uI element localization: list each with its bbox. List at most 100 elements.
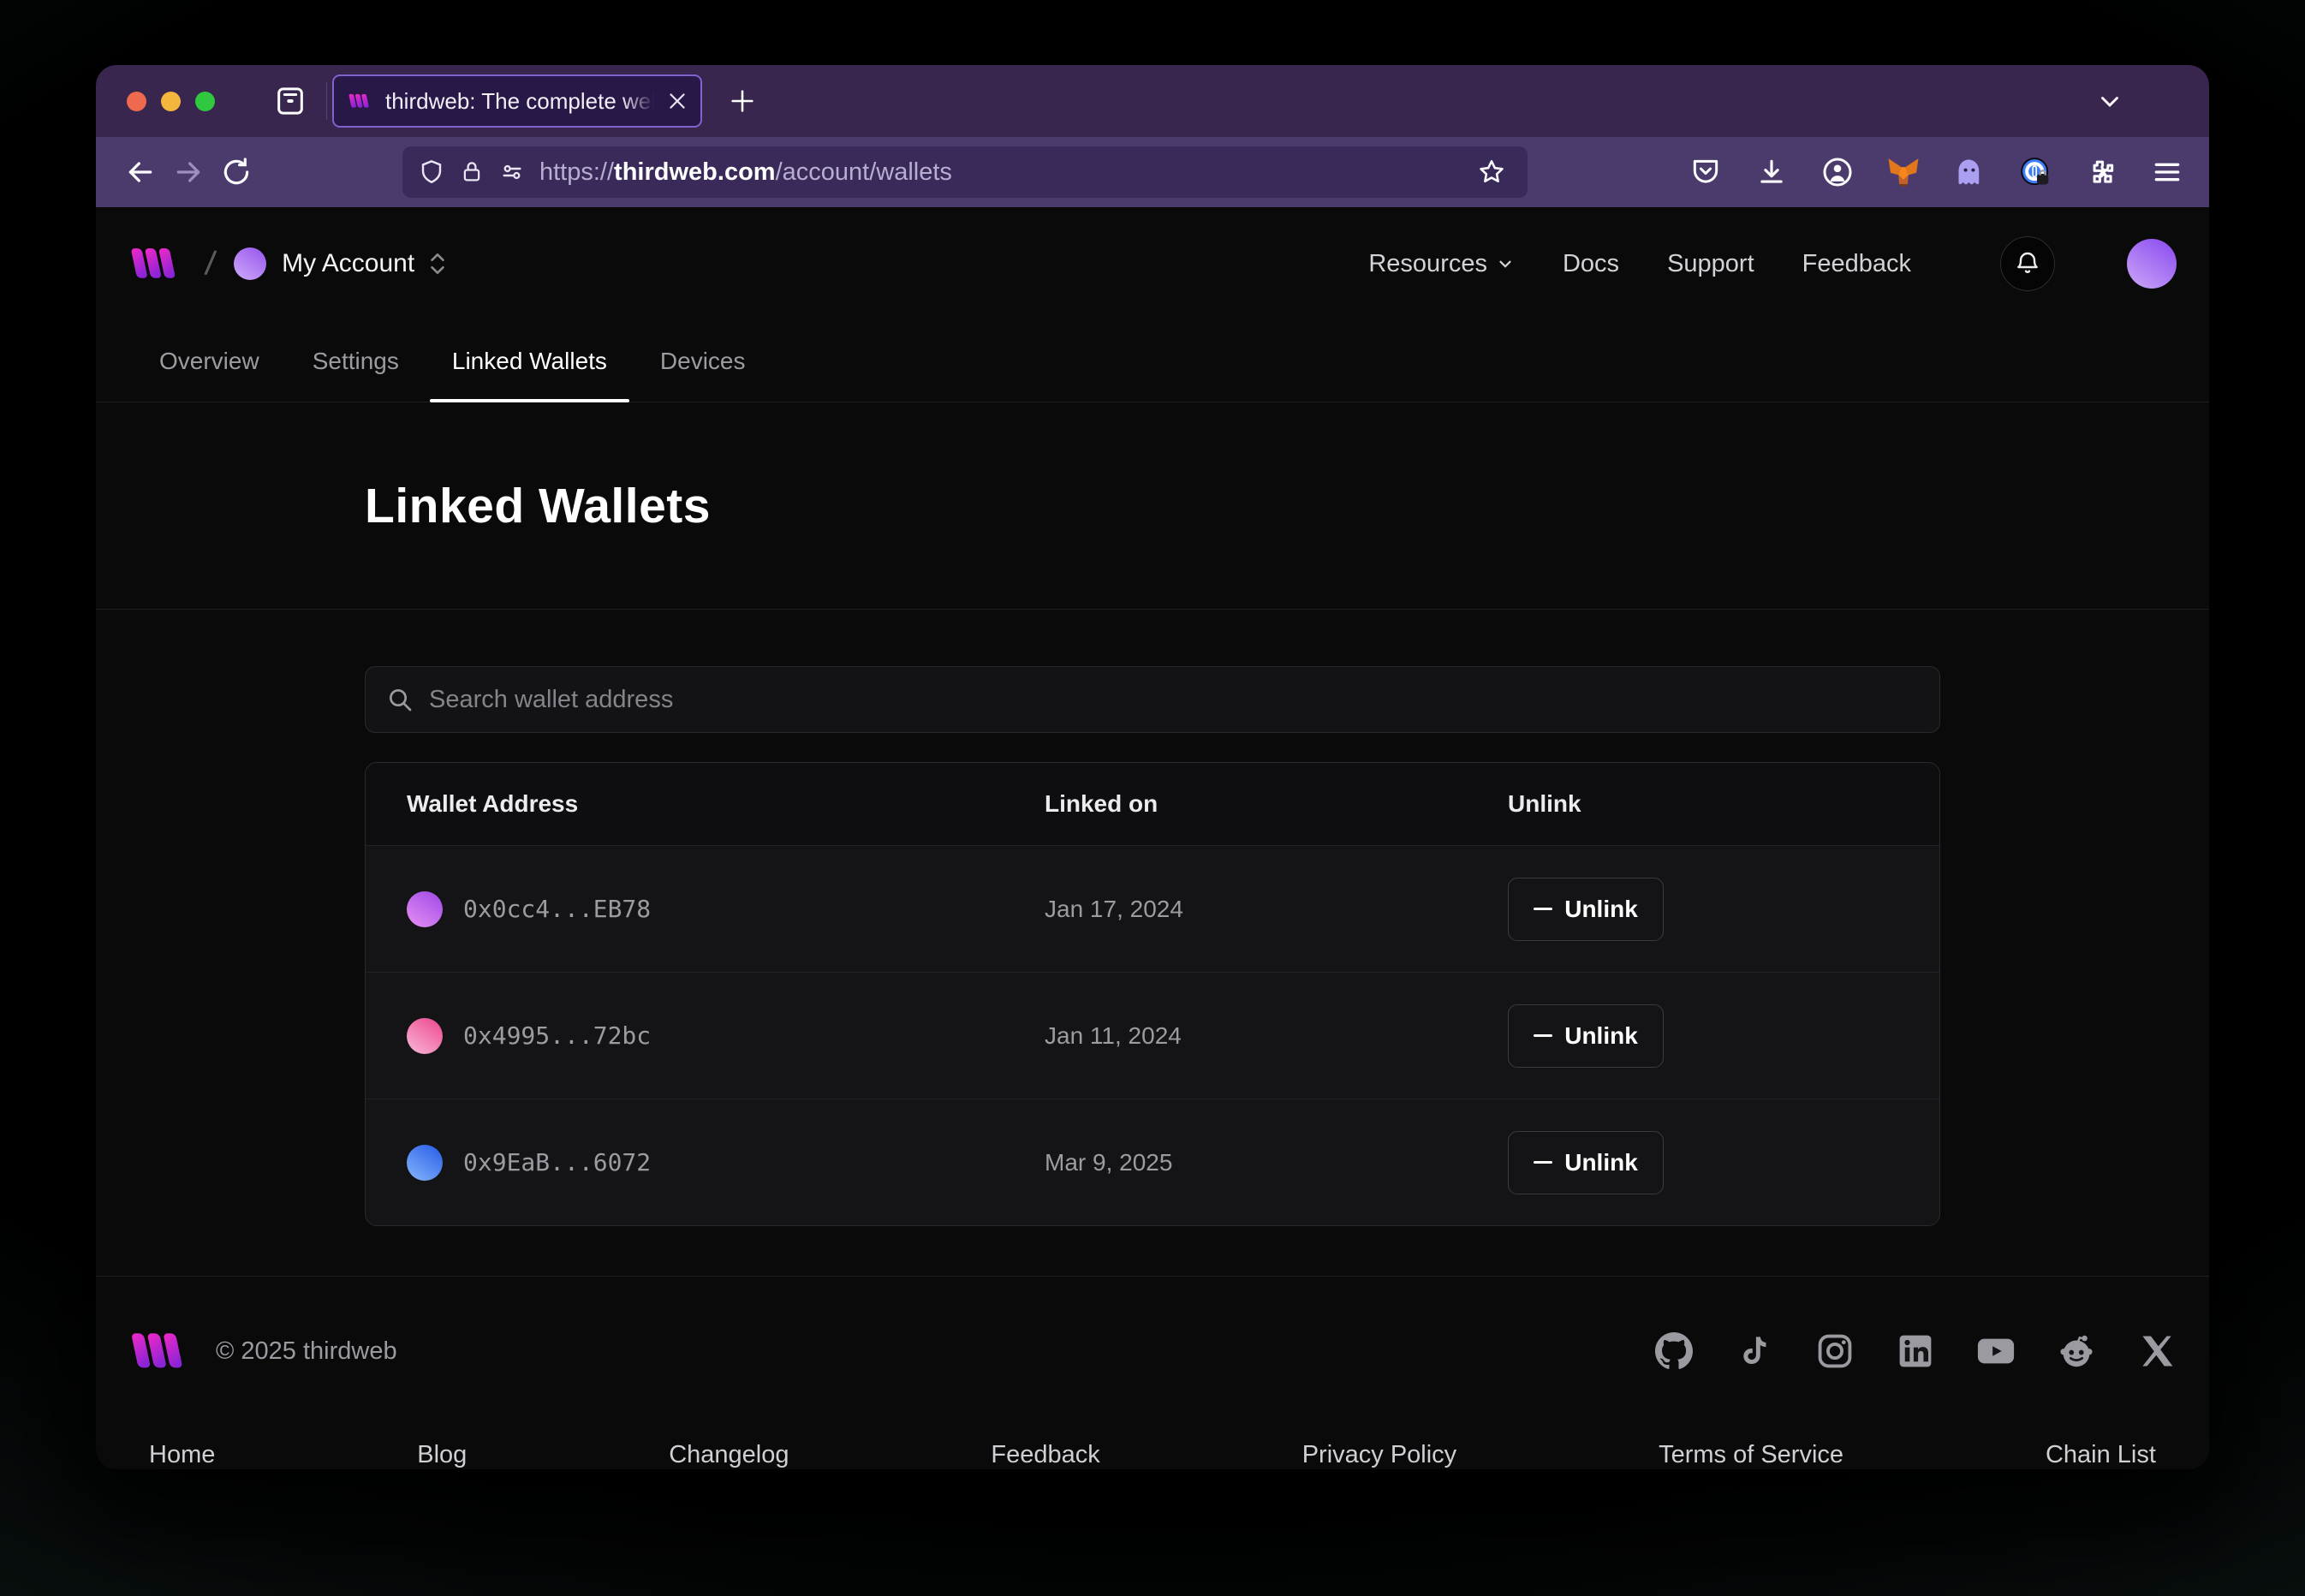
page-title: Linked Wallets [365,478,1940,534]
linkedin-icon[interactable] [1896,1331,1935,1371]
thirdweb-footer-logo [128,1331,194,1371]
account-name: My Account [282,249,414,278]
title-section: Linked Wallets [96,402,2209,610]
close-window-button[interactable] [127,92,146,111]
minus-icon [1534,1034,1552,1037]
instagram-icon[interactable] [1815,1331,1855,1371]
table-row: 0x0cc4...EB78 Jan 17, 2024 Unlink [366,845,1939,972]
user-avatar[interactable] [2127,239,2177,289]
bookmark-star-icon[interactable] [1471,152,1512,193]
minus-icon [1534,1161,1552,1164]
search-input[interactable] [429,686,1919,714]
phantom-wallet-icon[interactable] [1948,151,1991,194]
breadcrumb-slash: / [203,244,217,283]
footer-links: Home Blog Changelog Feedback Privacy Pol… [128,1441,2177,1469]
footer-link-privacy-policy[interactable]: Privacy Policy [1302,1441,1457,1469]
footer-link-feedback[interactable]: Feedback [991,1441,1099,1469]
table-row: 0x4995...72bc Jan 11, 2024 Unlink [366,972,1939,1099]
wallet-address: 0x0cc4...EB78 [463,895,651,923]
social-links [1654,1331,2177,1371]
wallet-avatar [407,1145,443,1181]
url-bar[interactable]: https://thirdweb.com/account/wallets [402,146,1528,198]
tab-devices[interactable]: Devices [638,320,768,402]
copyright: © 2025 thirdweb [216,1337,397,1366]
permissions-icon[interactable] [498,158,526,186]
browser-window: thirdweb: The complete web3 d https://th [96,65,2209,1469]
table-row: 0x9EaB...6072 Mar 9, 2025 Unlink [366,1099,1939,1225]
wallet-search[interactable] [365,666,1940,733]
browser-toolbar: https://thirdweb.com/account/wallets [96,137,2209,207]
tab-settings[interactable]: Settings [290,320,421,402]
reddit-icon[interactable] [2057,1331,2096,1371]
table-header: Wallet Address Linked on Unlink [366,763,1939,845]
footer-link-home[interactable]: Home [149,1441,215,1469]
footer-link-changelog[interactable]: Changelog [669,1441,789,1469]
site-nav: Resources Docs Support Feedback [1368,236,2177,291]
toolbar-extensions [1684,151,2189,194]
linked-date: Mar 9, 2025 [1045,1149,1508,1176]
reload-icon[interactable] [212,148,260,196]
wallet-avatar [407,1018,443,1054]
wallets-table: Wallet Address Linked on Unlink 0x0cc4..… [365,762,1940,1226]
tab-title: thirdweb: The complete web3 d [385,88,654,115]
wallet-avatar [407,891,443,927]
search-icon [386,686,414,713]
wallet-address: 0x4995...72bc [463,1021,651,1050]
tab-overflow-chevron-icon[interactable] [2086,77,2134,125]
account-avatar [234,247,266,280]
password-manager-icon[interactable] [2014,151,2057,194]
unlink-button[interactable]: Unlink [1508,878,1664,941]
site-content: / My Account Resources Docs Support Feed… [96,207,2209,1469]
thirdweb-logo[interactable] [128,247,185,281]
metamask-icon[interactable] [1882,151,1925,194]
notifications-button[interactable] [2000,236,2055,291]
col-wallet-address: Wallet Address [366,790,1045,818]
tab-separator [326,82,327,120]
lock-icon[interactable] [459,159,485,185]
unlink-button[interactable]: Unlink [1508,1004,1664,1068]
x-icon[interactable] [2137,1331,2177,1371]
pocket-icon[interactable] [1684,151,1727,194]
close-tab-icon[interactable] [666,90,688,112]
download-icon[interactable] [1750,151,1793,194]
nav-resources[interactable]: Resources [1368,250,1515,278]
nav-docs[interactable]: Docs [1563,250,1619,278]
tab-linked-wallets[interactable]: Linked Wallets [430,320,629,402]
extensions-puzzle-icon[interactable] [2080,151,2123,194]
wallet-address: 0x9EaB...6072 [463,1148,651,1176]
footer-link-chain-list[interactable]: Chain List [2046,1441,2156,1469]
site-header: / My Account Resources Docs Support Feed… [96,207,2209,320]
traffic-lights [127,92,215,111]
zoom-window-button[interactable] [195,92,215,111]
github-icon[interactable] [1654,1331,1694,1371]
tiktok-icon[interactable] [1735,1331,1774,1371]
minimize-window-button[interactable] [161,92,181,111]
nav-feedback[interactable]: Feedback [1802,250,1911,278]
menu-hamburger-icon[interactable] [2146,151,2189,194]
unlink-button[interactable]: Unlink [1508,1131,1664,1194]
chevron-down-icon [1496,254,1515,273]
shield-icon[interactable] [418,158,445,186]
col-unlink: Unlink [1508,790,1939,818]
url-text: https://thirdweb.com/account/wallets [539,158,1457,187]
new-tab-button[interactable] [719,78,765,124]
minus-icon [1534,908,1552,910]
forward-icon[interactable] [164,148,212,196]
nav-support[interactable]: Support [1667,250,1754,278]
footer-link-blog[interactable]: Blog [417,1441,467,1469]
account-switcher-icon[interactable] [426,251,449,277]
thirdweb-favicon [348,90,373,112]
site-footer: © 2025 thirdweb [96,1276,2209,1469]
main-section: Wallet Address Linked on Unlink 0x0cc4..… [96,610,2209,1276]
back-icon[interactable] [116,148,164,196]
sidebar-toggle-icon[interactable] [266,77,314,125]
account-icon[interactable] [1816,151,1859,194]
linked-date: Jan 11, 2024 [1045,1022,1508,1050]
bell-icon [2014,250,2041,277]
linked-date: Jan 17, 2024 [1045,896,1508,923]
account-tabs: Overview Settings Linked Wallets Devices [96,320,2209,402]
youtube-icon[interactable] [1976,1331,2016,1371]
browser-tab-active[interactable]: thirdweb: The complete web3 d [332,74,702,128]
footer-link-terms-of-service[interactable]: Terms of Service [1659,1441,1843,1469]
tab-overview[interactable]: Overview [137,320,282,402]
